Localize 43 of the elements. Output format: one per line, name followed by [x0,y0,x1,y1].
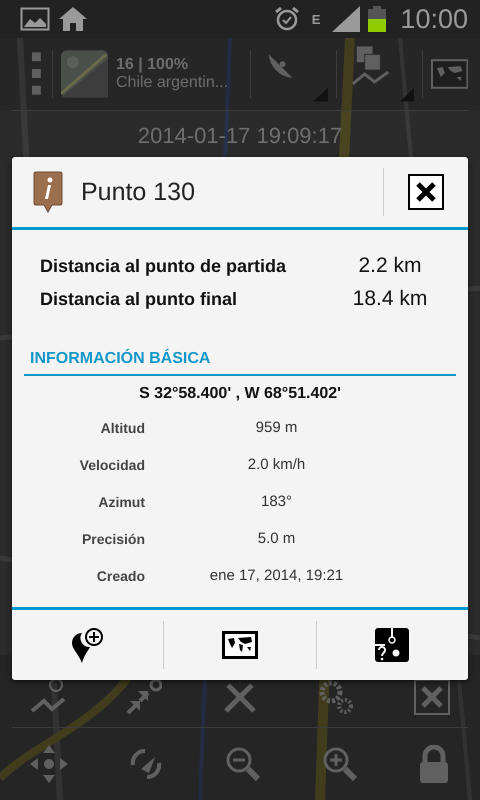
zoom-battery-label: 16 | 100% [116,56,190,74]
zoom-in-icon[interactable] [321,745,360,783]
world-map-icon [222,631,258,659]
lock-icon[interactable] [418,745,450,783]
detail-value: 2.0 km/h [246,456,306,473]
distance-value: 18.4 km [352,287,428,311]
detail-label: Azimut [97,494,145,510]
settings-icon[interactable] [318,679,354,715]
route-info-icon[interactable] [30,679,66,715]
battery-icon [368,6,386,32]
detail-value: 959 m [254,419,298,436]
detail-label: Altitud [100,420,145,436]
detail-label: Precisión [80,530,145,546]
puzzle-help-icon [375,628,410,662]
move-icon[interactable] [30,745,68,783]
timestamp: 2014-01-17 19:09:17 [136,122,344,149]
detail-value: ene 17, 2014, 19:21 [208,567,344,584]
add-pin-icon [70,627,106,663]
world-map-icon[interactable] [430,59,468,89]
detail-value: 183° [260,493,294,510]
distance-label: Distancia al punto de partida [40,256,288,277]
clock: 10:00 [400,4,468,34]
close-button[interactable] [408,174,444,210]
signal-icon [332,6,360,32]
distance-label: Distancia al punto final [40,289,238,310]
map-name: Chile argentin... [116,74,230,92]
distance-value: 2.2 km [357,254,423,278]
coordinates: S 32°58.400' , W 68°51.402' [138,384,342,404]
menu-icon[interactable] [30,52,44,96]
zoom-out-icon[interactable] [224,745,262,783]
section-header: INFORMACIÓN BÁSICA [24,350,456,376]
network-type: E [312,12,320,26]
close-icon [415,181,437,203]
detail-value: 5.0 m [256,530,296,547]
detail-label: Creado [96,568,145,584]
info-pin-icon [33,171,63,213]
alarm-icon [274,6,300,32]
home-icon [58,6,88,32]
detail-label: Velocidad [78,456,145,472]
arrows-icon[interactable] [126,679,162,715]
image-icon [20,7,50,31]
close-icon[interactable] [414,679,450,715]
dialog-title: Punto 130 [81,178,195,206]
